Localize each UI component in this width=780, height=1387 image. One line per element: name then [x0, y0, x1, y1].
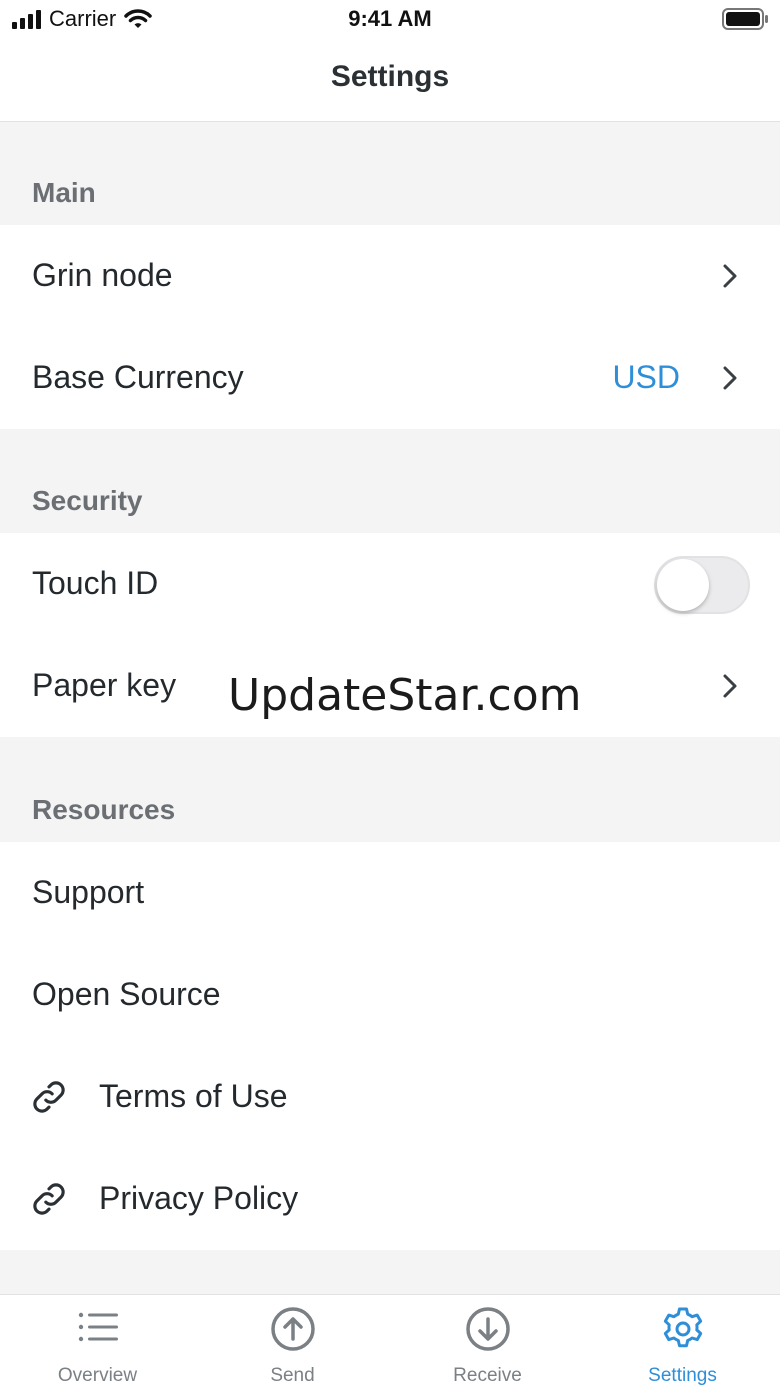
- section-header-main: Main: [0, 123, 780, 225]
- row-label: Terms of Use: [99, 1078, 288, 1114]
- list-icon: [78, 1312, 118, 1342]
- settings-row-support[interactable]: Support: [0, 842, 780, 944]
- section-header-label: Resources: [32, 794, 176, 825]
- tab-bar: Overview Send Receive Settings: [0, 1294, 780, 1387]
- settings-row-grin-node[interactable]: Grin node: [0, 225, 780, 327]
- row-label: Open Source: [32, 976, 221, 1012]
- status-time: 9:41 AM: [348, 6, 432, 31]
- section-header-label: Security: [32, 485, 143, 516]
- settings-row-touch-id: Touch ID: [0, 533, 780, 635]
- tab-settings[interactable]: Settings: [585, 1295, 780, 1387]
- settings-row-terms[interactable]: Terms of Use: [0, 1046, 780, 1148]
- row-label: Support: [32, 874, 145, 910]
- base-currency-value: USD: [612, 359, 680, 395]
- row-label: Grin node: [32, 257, 173, 293]
- settings-row-privacy[interactable]: Privacy Policy: [0, 1148, 780, 1250]
- status-bar: Carrier 9:41 AM: [0, 0, 780, 40]
- nav-bar: Settings: [0, 40, 780, 122]
- settings-row-open-source[interactable]: Open Source: [0, 944, 780, 1046]
- chevron-right-icon: [723, 674, 737, 698]
- touch-id-toggle[interactable]: [654, 556, 750, 614]
- page-title: Settings: [330, 60, 450, 93]
- watermark: UpdateStar.com: [228, 670, 582, 721]
- section-header-label: Main: [32, 177, 96, 208]
- row-label: Privacy Policy: [99, 1180, 299, 1216]
- chevron-right-icon: [723, 264, 737, 288]
- tab-label: Overview: [57, 1365, 138, 1386]
- tab-label: Send: [270, 1365, 315, 1386]
- tab-label: Receive: [453, 1365, 522, 1386]
- arrow-up-circle-icon: [271, 1307, 315, 1351]
- tab-overview[interactable]: Overview: [0, 1295, 195, 1387]
- gear-icon: [663, 1307, 703, 1348]
- toggle-knob: [657, 559, 709, 611]
- chevron-right-icon: [723, 366, 737, 390]
- section-header-security: Security: [0, 429, 780, 533]
- row-label: Touch ID: [32, 565, 159, 601]
- row-label: Paper key: [32, 667, 177, 703]
- link-icon: [33, 1183, 65, 1215]
- row-label: Base Currency: [32, 359, 244, 395]
- arrow-down-circle-icon: [466, 1307, 510, 1351]
- settings-row-base-currency[interactable]: Base Currency USD: [0, 327, 780, 429]
- tab-send[interactable]: Send: [195, 1295, 390, 1387]
- battery-icon: [722, 8, 768, 30]
- tab-receive[interactable]: Receive: [390, 1295, 585, 1387]
- tab-label: Settings: [648, 1365, 717, 1386]
- link-icon: [33, 1081, 65, 1113]
- section-header-resources: Resources: [0, 737, 780, 842]
